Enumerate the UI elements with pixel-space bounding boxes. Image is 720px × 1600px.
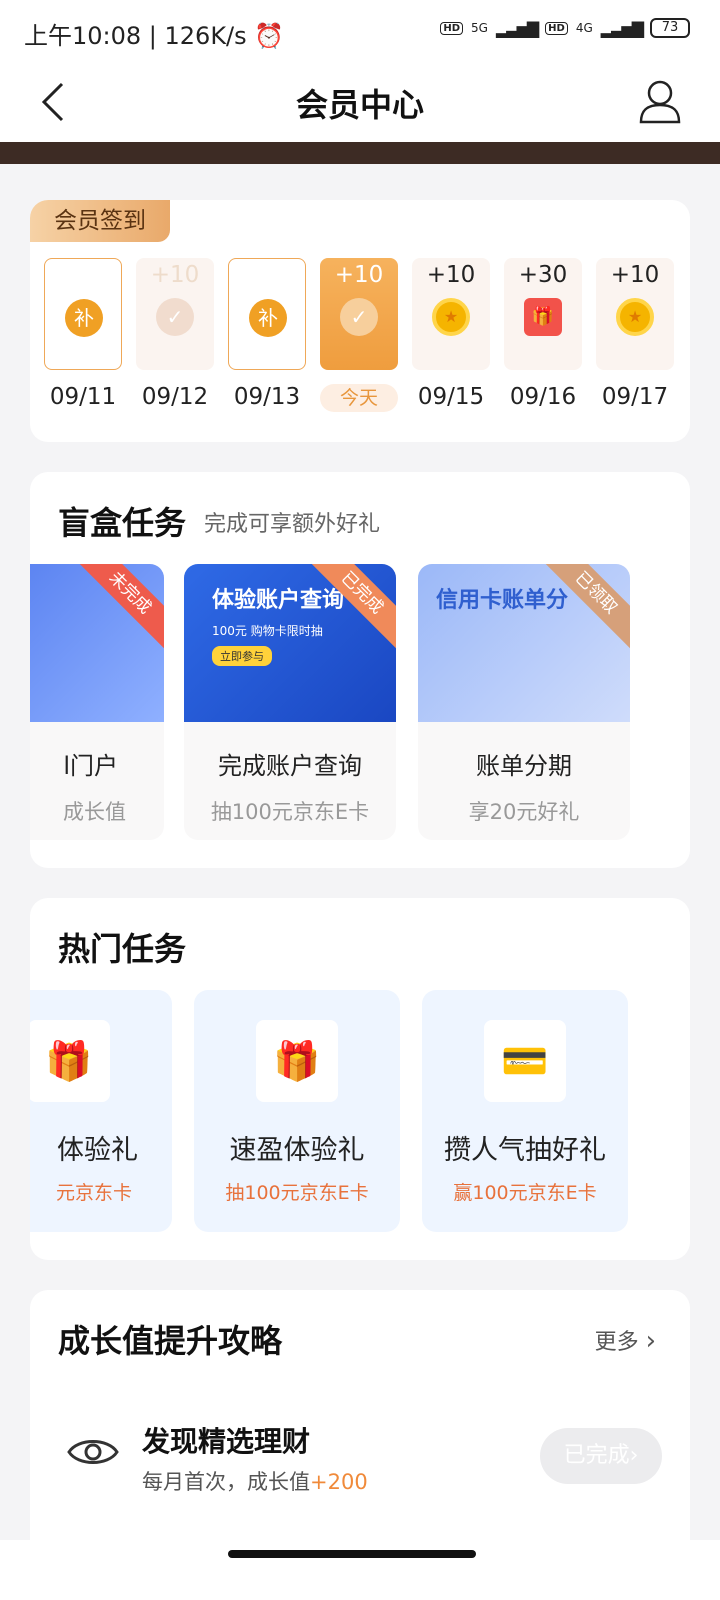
checkin-points: +10 [334,262,384,288]
gift-icon: 🎁 [256,1020,338,1102]
blind-box-image: 未完成 [30,564,164,722]
network-4g-label: 4G [575,21,593,35]
checkin-day[interactable]: 补 09/13 [228,258,306,412]
checkin-points: +10 [150,262,200,288]
checkin-date: 09/12 [141,384,209,410]
hot-tasks-title: 热门任务 [58,930,187,968]
blind-box-card: 盲盒任务 完成可享额外好礼 未完成 l门户 成长值 体验账户查询 100元 购物… [30,472,690,868]
checkin-date: 09/11 [49,384,117,410]
eye-icon [67,1440,119,1464]
makeup-icon: 补 [249,299,287,337]
checkin-day[interactable]: +10 ★ 09/17 [596,258,674,412]
coin-icon: ★ [432,298,470,336]
hot-task-sub: 抽100元京东E卡 [225,1182,369,1204]
blind-box-image: 信用卡账单分 已领取 [418,564,630,722]
status-ribbon: 未完成 [69,564,164,654]
growth-title: 成长值提升攻略 [58,1322,283,1360]
makeup-icon: 补 [65,299,103,337]
blind-box-item-title: 账单分期 [476,752,572,780]
signal-icon-2: ▂▃▅▇ [600,18,644,38]
more-label: 更多 [594,1330,639,1355]
checkin-day-today[interactable]: +10 ✓ 今天 [320,258,398,412]
nav-bar: 会员中心 [0,60,720,142]
chevron-right-icon: › [645,1326,656,1356]
user-icon[interactable] [638,78,682,124]
checkin-date: 09/17 [601,384,669,410]
blind-box-subtitle: 完成可享额外好礼 [204,512,381,537]
blind-box-title: 盲盒任务 [58,504,187,542]
checkin-day[interactable]: +10 ✓ 09/12 [136,258,214,412]
blind-box-image: 体验账户查询 100元 购物卡限时抽 立即参与 已完成 [184,564,396,722]
hot-task-item[interactable]: 💳 攒人气抽好礼 赢100元京东E卡 [422,990,628,1232]
growth-item-title: 发现精选理财 [142,1425,311,1458]
gift-icon: 🎁 [30,1020,110,1102]
blind-box-item-sub: 成长值 [63,800,126,824]
checkin-day[interactable]: +10 ★ 09/15 [412,258,490,412]
checkin-points: +30 [518,262,568,288]
checkin-day[interactable]: 补 09/11 [44,258,122,412]
card-icon: 💳 [484,1020,566,1102]
checkin-date-today: 今天 [320,384,398,412]
hd-icon-2: HD [545,21,568,35]
signal-icon: ▂▃▅▇ [495,18,539,38]
hot-task-title: 速盈体验礼 [229,1135,365,1166]
battery-icon: 73 [650,18,690,38]
blind-box-item-title: l门户 [63,752,118,780]
hot-task-sub: 赢100元京东E卡 [453,1182,597,1204]
status-time: 上午10:08 | 126K/s ⏰ [24,22,285,50]
more-link[interactable]: 更多 › [595,1324,656,1356]
hot-task-title: 体验礼 [57,1135,138,1166]
blind-box-item[interactable]: 信用卡账单分 已领取 账单分期 享20元好礼 [418,564,630,840]
banner-pill: 立即参与 [212,646,272,666]
checkin-days: 补 09/11 +10 ✓ 09/12 补 09/13 +10 ✓ 今天 +10… [44,258,674,412]
checkin-badge: 会员签到 [30,200,170,242]
check-icon: ✓ [340,298,378,336]
checkin-card: 会员签到 补 09/11 +10 ✓ 09/12 补 09/13 +10 ✓ 今… [30,200,690,442]
growth-plus: +200 [310,1470,368,1494]
checkin-points: +10 [426,262,476,288]
home-indicator[interactable] [228,1550,476,1558]
checkin-date: 09/13 [233,384,301,410]
blind-box-item-title: 完成账户查询 [218,752,362,780]
blind-box-item-sub: 抽100元京东E卡 [210,800,370,824]
status-bar: 上午10:08 | 126K/s ⏰ HD 5G ▂▃▅▇ HD 4G ▂▃▅▇… [0,0,720,60]
blind-box-item[interactable]: 未完成 l门户 成长值 [30,564,164,840]
check-icon: ✓ [156,298,194,336]
bottom-area [0,1540,720,1600]
hot-tasks-card: 热门任务 🎁 体验礼 元京东卡 🎁 速盈体验礼 抽100元京东E卡 💳 攒人气抽… [30,898,690,1260]
checkin-date: 09/16 [509,384,577,410]
banner-headline: 信用卡账单分 [436,588,569,613]
blind-box-item-sub: 享20元好礼 [468,800,580,824]
growth-item-sub: 每月首次，成长值+200 [142,1466,368,1496]
hot-task-sub: 元京东卡 [55,1182,132,1204]
checkin-day[interactable]: +30 🎁 09/16 [504,258,582,412]
page-title: 会员中心 [295,86,424,124]
completed-button[interactable]: 已完成› [540,1428,662,1484]
banner-sub: 100元 购物卡限时抽 [212,624,323,638]
coin-icon: ★ [616,298,654,336]
chevron-right-icon: › [629,1443,639,1468]
blind-box-item[interactable]: 体验账户查询 100元 购物卡限时抽 立即参与 已完成 完成账户查询 抽100元… [184,564,396,840]
growth-card: 成长值提升攻略 更多 › 发现精选理财 每月首次，成长值+200 已完成› [30,1290,690,1550]
banner-headline: 体验账户查询 [212,588,345,613]
checkin-points: +10 [610,262,660,288]
completed-button-label: 已完成 [563,1443,630,1468]
hot-task-item[interactable]: 🎁 速盈体验礼 抽100元京东E卡 [194,990,400,1232]
hot-task-title: 攒人气抽好礼 [444,1135,606,1166]
status-icons: HD 5G ▂▃▅▇ HD 4G ▂▃▅▇ 73 [440,18,690,38]
gift-icon: 🎁 [524,298,562,336]
checkin-date: 09/15 [417,384,485,410]
header-banner-strip [0,142,720,164]
network-5g-label: 5G [471,21,488,35]
growth-item-sub-text: 每月首次，成长值 [142,1470,310,1494]
hd-icon: HD [440,21,464,35]
hot-task-item[interactable]: 🎁 体验礼 元京东卡 [30,990,172,1232]
